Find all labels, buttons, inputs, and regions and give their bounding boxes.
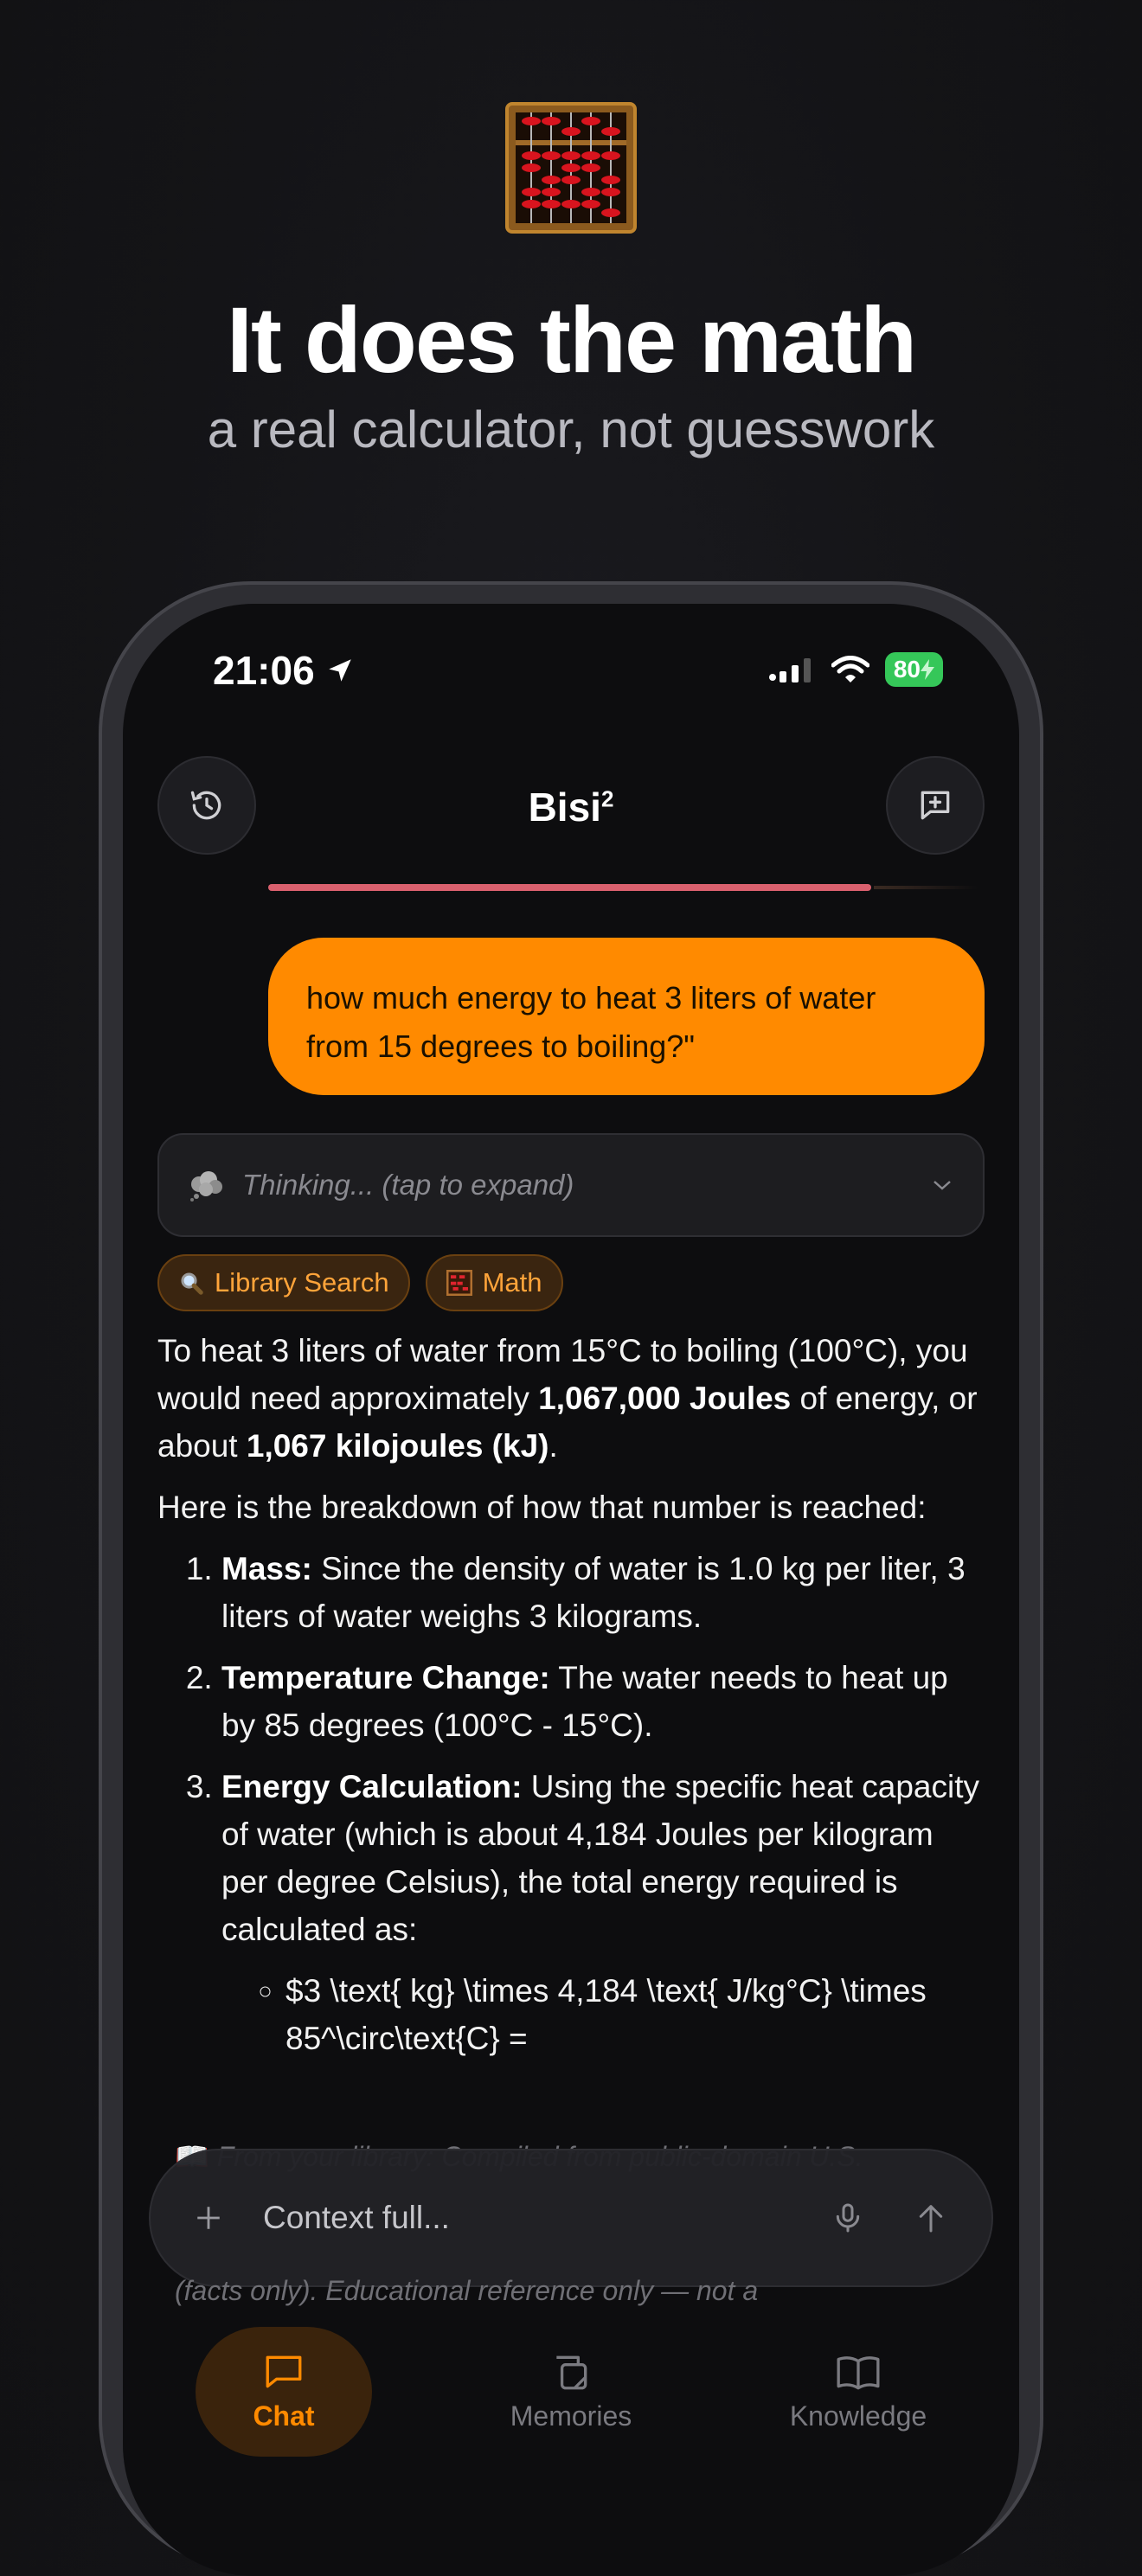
app-title: Bisi2 <box>123 784 1019 830</box>
charging-bolt-icon <box>921 659 934 680</box>
abacus-icon <box>446 1270 472 1296</box>
tab-knowledge[interactable]: Knowledge <box>770 2327 946 2457</box>
new-chat-button[interactable] <box>886 756 985 855</box>
phone-screen: 21:06 80 Bisi2 how much energy to heat 3… <box>123 604 1019 2576</box>
tool-chip-library-search[interactable]: Library Search <box>157 1254 410 1311</box>
tab-label: Chat <box>253 2400 315 2432</box>
microphone-icon[interactable] <box>831 2199 865 2237</box>
thought-cloud-icon <box>190 1171 222 1201</box>
answer-bold-kj: 1,067 kilojoules (kJ) <box>246 1428 549 1464</box>
tool-chips: Library Search Math <box>157 1254 563 1311</box>
formula-item: $3 \text{ kg} \times 4,184 \text{ J/kg°C… <box>286 1967 985 2062</box>
tab-label: Knowledge <box>789 2400 927 2432</box>
magnifier-icon <box>181 1272 203 1295</box>
step-label: Temperature Change: <box>221 1660 550 1695</box>
assistant-answer: To heat 3 liters of water from 15°C to b… <box>157 1327 985 2076</box>
status-time-label: 21:06 <box>213 648 315 693</box>
thinking-label: Thinking... (tap to expand) <box>242 1169 574 1201</box>
hero-subtitle: a real calculator, not guesswork <box>207 400 935 458</box>
status-indicators: 80 <box>767 652 943 687</box>
thinking-expander[interactable]: Thinking... (tap to expand) <box>157 1133 985 1237</box>
context-progress-track <box>874 886 978 889</box>
step-text: Since the density of water is 1.0 kg per… <box>221 1551 966 1634</box>
abacus-logo-icon <box>505 102 637 234</box>
plus-icon[interactable] <box>194 2203 223 2233</box>
answer-bold-joules: 1,067,000 Joules <box>538 1381 792 1416</box>
new-chat-icon <box>921 791 950 820</box>
step-label: Mass: <box>221 1551 312 1586</box>
tab-chat[interactable]: Chat <box>196 2327 372 2457</box>
answer-steps: Mass: Since the density of water is 1.0 … <box>157 1545 985 2062</box>
step-label: Energy Calculation: <box>221 1769 523 1804</box>
hero-title: It does the math <box>226 287 917 392</box>
wifi-icon <box>831 656 869 682</box>
status-time: 21:06 <box>213 647 355 694</box>
location-arrow-icon <box>328 659 351 682</box>
tool-chip-label: Library Search <box>215 1267 389 1298</box>
memories-icon <box>556 2355 587 2389</box>
app-title-superscript: 2 <box>600 785 614 812</box>
book-icon <box>837 2355 880 2389</box>
tool-chip-label: Math <box>482 1267 542 1298</box>
tool-chip-math[interactable]: Math <box>425 1254 563 1311</box>
battery-level: 80 <box>893 656 921 682</box>
message-input[interactable]: Context full... <box>263 2200 831 2236</box>
chevron-down-icon <box>933 1181 951 1190</box>
tab-memories[interactable]: Memories <box>483 2327 659 2457</box>
cellular-signal-icon <box>768 658 811 682</box>
send-arrow-icon[interactable] <box>914 2199 948 2237</box>
answer-step: Mass: Since the density of water is 1.0 … <box>221 1545 985 1640</box>
answer-text: . <box>549 1428 558 1464</box>
tab-label: Memories <box>510 2400 632 2432</box>
formula-list: $3 \text{ kg} \times 4,184 \text{ J/kg°C… <box>221 1967 985 2062</box>
app-title-text: Bisi <box>528 785 601 830</box>
answer-intro: Here is the breakdown of how that number… <box>157 1490 927 1525</box>
answer-step: Energy Calculation: Using the specific h… <box>221 1763 985 2062</box>
message-input-bar[interactable]: Context full... <box>149 2149 993 2287</box>
answer-step: Temperature Change: The water needs to h… <box>221 1654 985 1749</box>
chat-icon <box>266 2355 302 2387</box>
library-note-bottom: (facts only). Educational reference only… <box>175 2275 759 2306</box>
answer-summary: To heat 3 liters of water from 15°C to b… <box>157 1327 985 1470</box>
context-progress-bar <box>268 884 871 891</box>
battery-indicator: 80 <box>884 652 943 687</box>
user-message-bubble: how much energy to heat 3 liters of wate… <box>268 938 985 1095</box>
bottom-tab-bar: Chat Memories Knowledge <box>123 2327 1019 2465</box>
